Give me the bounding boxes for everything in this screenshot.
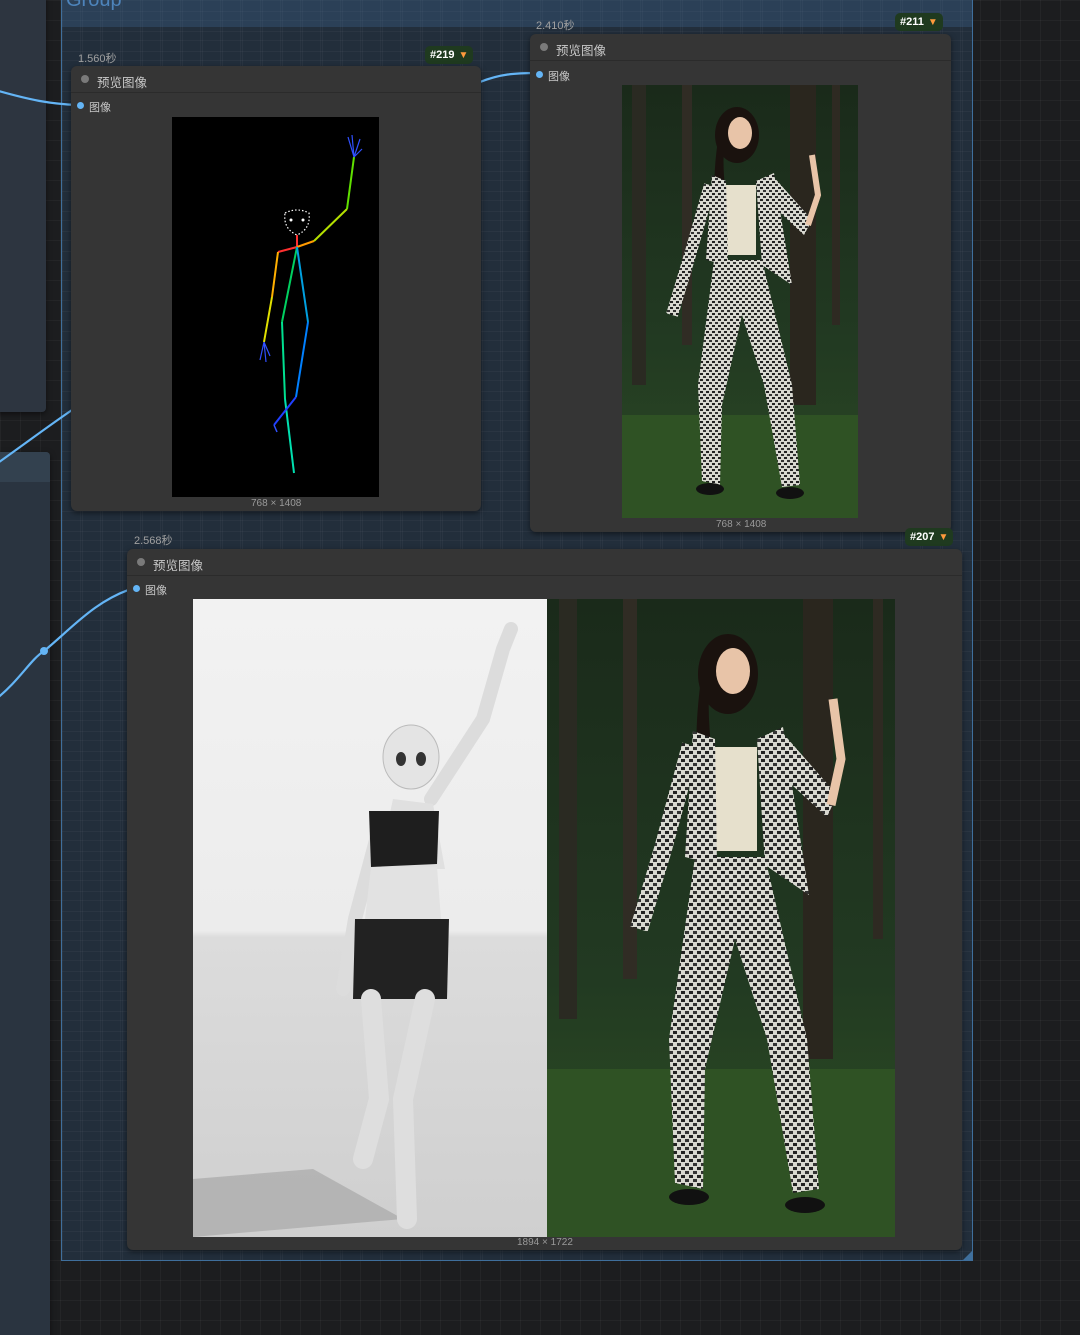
fox-icon: ▼	[927, 17, 938, 28]
pose-skeleton-icon	[259, 134, 363, 474]
node-219-id: #219	[430, 49, 455, 61]
input-dot-icon[interactable]	[77, 102, 84, 109]
combined-preview-image	[193, 599, 895, 1237]
node-207-id: #207	[910, 531, 935, 543]
node-219[interactable]: 预览图像 图像 768 × 1408	[71, 66, 481, 511]
input-dot-icon[interactable]	[133, 585, 140, 592]
node-219-input-label: 图像	[89, 102, 111, 114]
node-211-dims: 768 × 1408	[716, 519, 767, 530]
node-207-dims: 1894 × 1722	[517, 1237, 573, 1248]
node-207-input-label: 图像	[145, 585, 167, 597]
node-219-header[interactable]: 预览图像	[71, 66, 481, 93]
group-resize-handle[interactable]	[963, 1251, 972, 1260]
group-header-bar	[62, 0, 972, 27]
status-dot-icon[interactable]	[81, 75, 89, 83]
fox-icon: ▼	[458, 50, 469, 61]
node-211[interactable]: 预览图像 图像 768 × 1408	[530, 34, 951, 532]
forest-woman-image-icon	[622, 85, 858, 518]
mannequin-and-woman-image-icon	[193, 599, 895, 1237]
node-207-id-badge: #207 ▼	[905, 528, 954, 546]
node-219-dims: 768 × 1408	[251, 498, 302, 509]
partial-node-header	[0, 452, 50, 482]
node-211-header[interactable]: 预览图像	[530, 34, 951, 61]
node-219-exec-time: 1.560秒	[78, 53, 117, 65]
node-211-input-label: 图像	[548, 71, 570, 83]
node-207[interactable]: 预览图像 图像 1894 × 1722	[127, 549, 962, 1250]
node-211-title: 预览图像	[556, 44, 607, 58]
pose-skeleton-image	[172, 117, 379, 497]
graph-canvas[interactable]: Group 1.560秒 #219 ▼ 预览图像 图像 768 × 1408 2…	[0, 0, 1080, 1335]
partial-node-upper[interactable]	[0, 0, 46, 412]
node-211-id-badge: #211 ▼	[895, 13, 943, 31]
fox-icon: ▼	[938, 532, 949, 543]
node-207-title: 预览图像	[153, 559, 204, 573]
forest-woman-preview	[622, 85, 858, 518]
node-219-id-badge: #219 ▼	[425, 46, 474, 64]
node-211-id: #211	[900, 16, 924, 28]
node-207-exec-time: 2.568秒	[134, 535, 173, 547]
status-dot-icon[interactable]	[540, 43, 548, 51]
status-dot-icon[interactable]	[137, 558, 145, 566]
node-211-exec-time: 2.410秒	[536, 20, 575, 32]
input-dot-icon[interactable]	[536, 71, 543, 78]
node-207-header[interactable]: 预览图像	[127, 549, 962, 576]
partial-node-lower[interactable]	[0, 452, 50, 1335]
node-219-title: 预览图像	[97, 76, 148, 90]
